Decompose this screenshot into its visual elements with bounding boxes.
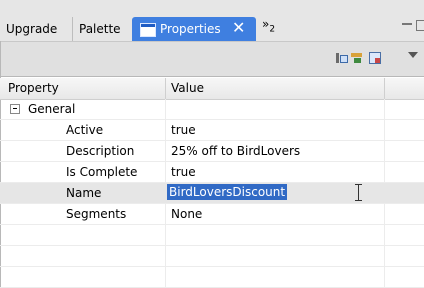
table-header: Property Value [0, 78, 424, 100]
property-value[interactable]: None [171, 204, 202, 224]
maximize-icon[interactable] [416, 20, 424, 31]
table-row-group-general[interactable]: General [0, 99, 424, 120]
minimize-icon[interactable] [402, 23, 412, 26]
empty-row [0, 267, 424, 288]
property-value[interactable]: true [171, 120, 196, 140]
tab-properties-label: Properties [160, 22, 221, 36]
show-categories-icon[interactable] [334, 51, 348, 65]
text-cursor-icon [354, 184, 363, 201]
name-edit-field[interactable]: BirdLoversDiscount [167, 184, 288, 200]
property-table: Property Value General Active true Descr… [0, 78, 424, 288]
property-value[interactable]: 25% off to BirdLovers [171, 141, 300, 161]
hidden-tab-count: 2 [269, 24, 276, 35]
table-row[interactable]: Segments None [0, 204, 424, 225]
table-row[interactable]: Description 25% off to BirdLovers [0, 141, 424, 162]
property-name: Description [66, 144, 135, 158]
property-name: Is Complete [66, 165, 138, 179]
tab-palette-label: Palette [79, 22, 121, 36]
show-advanced-icon[interactable] [350, 51, 364, 65]
tab-palette[interactable]: Palette [72, 17, 133, 41]
property-name: Active [66, 123, 104, 137]
close-icon[interactable]: ✕ [232, 16, 245, 40]
empty-row [0, 225, 424, 246]
restore-default-icon[interactable] [368, 51, 382, 65]
collapse-toggle-icon[interactable] [10, 104, 20, 114]
table-row[interactable]: Is Complete true [0, 162, 424, 183]
view-menu-icon[interactable] [408, 52, 418, 58]
column-divider[interactable] [165, 78, 166, 99]
table-row[interactable]: Active true [0, 120, 424, 141]
tab-properties[interactable]: Properties ✕ [132, 17, 256, 41]
tab-upgrade[interactable]: Upgrade [2, 17, 72, 41]
column-divider[interactable] [384, 78, 385, 99]
tab-upgrade-label: Upgrade [6, 22, 58, 36]
empty-row [0, 246, 424, 267]
column-header-value[interactable]: Value [171, 78, 381, 99]
group-label: General [28, 102, 76, 116]
more-tabs-button[interactable]: »2 [262, 17, 275, 34]
property-value[interactable]: true [171, 162, 196, 182]
property-name: Segments [66, 207, 127, 221]
table-row-selected[interactable]: Name BirdLoversDiscount [0, 183, 424, 204]
property-name: Name [66, 186, 102, 200]
properties-icon [140, 23, 156, 37]
view-tab-bar: Upgrade Palette Properties ✕ »2 [0, 0, 424, 42]
properties-toolbar [0, 42, 424, 77]
column-header-property[interactable]: Property [8, 78, 166, 99]
